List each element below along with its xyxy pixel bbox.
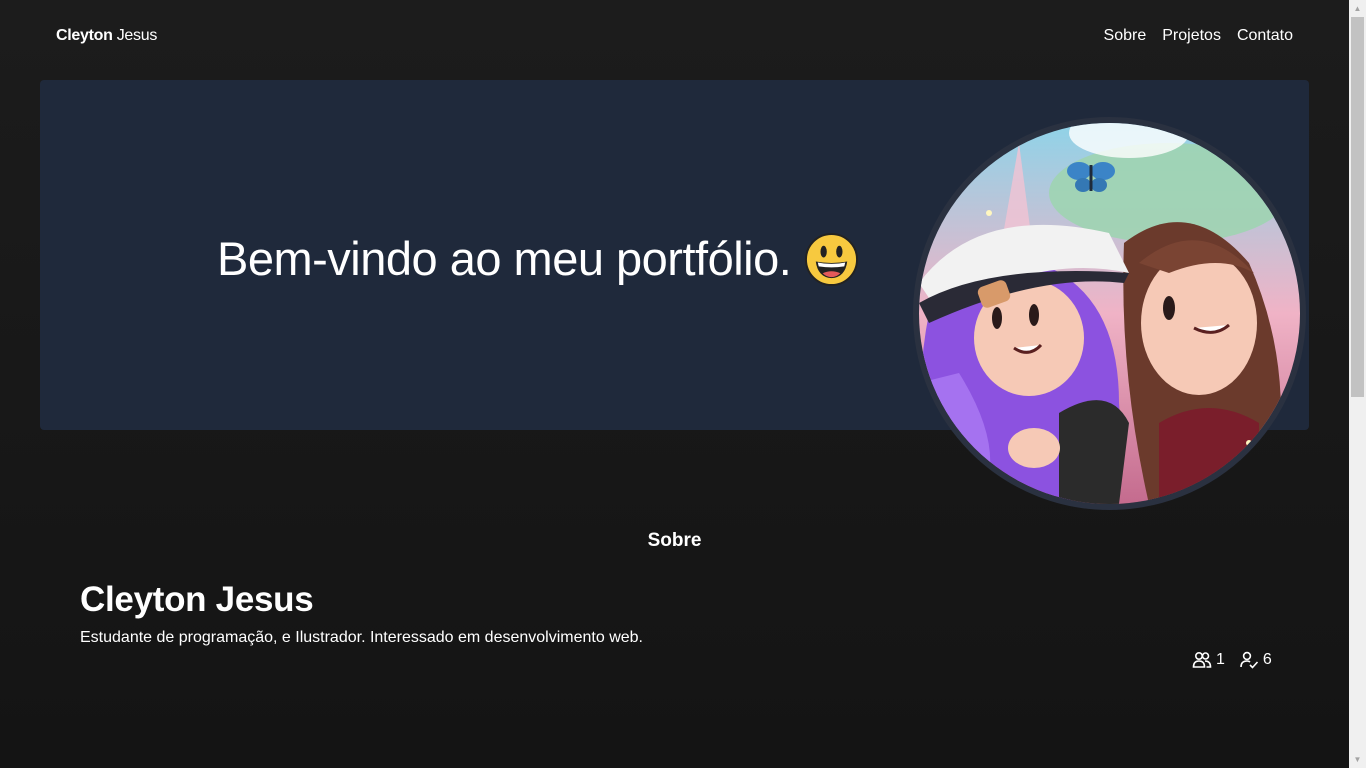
main-nav: Sobre Projetos Contato bbox=[1104, 26, 1293, 46]
hero-title: Bem-vindo ao meu portfólio. bbox=[217, 232, 792, 285]
scroll-up-arrow-icon[interactable]: ▲ bbox=[1349, 0, 1366, 17]
brand-last-name: Jesus bbox=[116, 27, 158, 44]
brand-first-name: Cleyton bbox=[56, 27, 113, 44]
nav-link-sobre[interactable]: Sobre bbox=[1104, 26, 1147, 46]
nav-link-projetos[interactable]: Projetos bbox=[1162, 26, 1221, 46]
following-link[interactable]: 6 bbox=[1239, 650, 1272, 670]
brand-link[interactable]: Cleyton Jesus bbox=[56, 27, 157, 45]
section-title: Sobre bbox=[647, 530, 702, 551]
page: Cleyton Jesus Sobre Projetos Contato Bem… bbox=[0, 0, 1349, 768]
scroll-down-arrow-icon[interactable]: ▼ bbox=[1349, 751, 1366, 768]
navbar: Cleyton Jesus Sobre Projetos Contato bbox=[0, 0, 1349, 72]
scroll-thumb[interactable] bbox=[1351, 17, 1364, 397]
person-check-icon bbox=[1240, 651, 1258, 669]
profile-bio: Estudante de programação, e Ilustrador. … bbox=[80, 629, 643, 646]
profile-stats: 1 6 bbox=[1192, 650, 1272, 670]
followers-count: 1 bbox=[1216, 651, 1225, 668]
profile-name: Cleyton Jesus bbox=[80, 580, 314, 619]
vertical-scrollbar[interactable]: ▲ ▼ bbox=[1349, 0, 1366, 768]
following-count: 6 bbox=[1262, 651, 1272, 668]
people-icon bbox=[1192, 651, 1212, 668]
grinning-face-icon bbox=[804, 232, 859, 287]
avatar-illustration bbox=[913, 117, 1306, 510]
nav-link-contato[interactable]: Contato bbox=[1237, 26, 1293, 46]
followers-link[interactable]: 1 bbox=[1192, 650, 1225, 670]
